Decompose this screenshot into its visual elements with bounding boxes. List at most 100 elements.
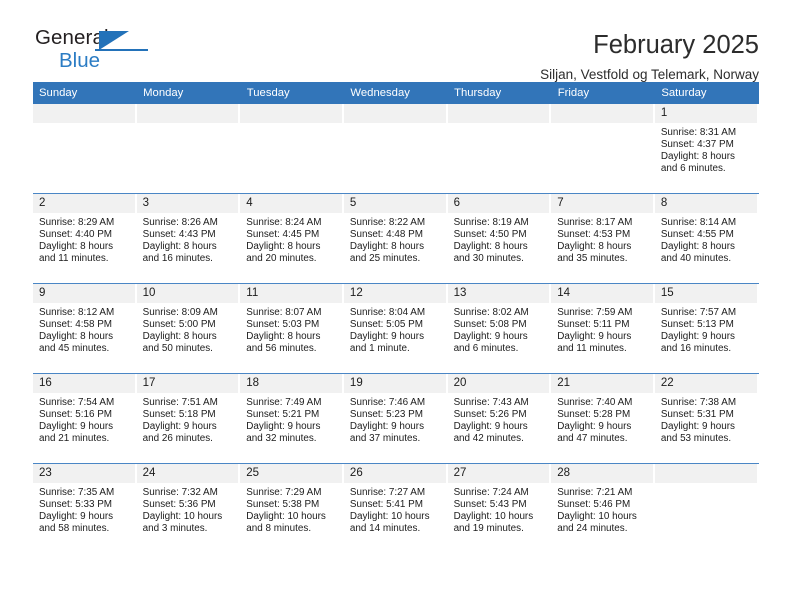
calendar-day-cell[interactable]: 14 Sunrise: 7:59 AM Sunset: 5:11 PM Dayligh… xyxy=(551,284,655,373)
calendar-day-cell[interactable]: 5 Sunrise: 8:22 AM Sunset: 4:48 PM Daylight… xyxy=(343,194,448,283)
daylight-text-line2: and 26 minutes. xyxy=(142,433,213,445)
daylight-text-line1: Daylight: 8 hours xyxy=(142,331,217,343)
day-details: Sunrise: 8:04 AM Sunset: 5:05 PM Daylight:… xyxy=(344,303,448,355)
sunrise-text: Sunrise: 7:27 AM xyxy=(349,487,426,498)
calendar-day-cell[interactable]: 26 Sunrise: 7:27 AM Sunset: 5:41 PM Dayligh… xyxy=(343,464,448,553)
weekday-header-friday: Friday xyxy=(551,82,656,104)
daylight-text-line2: and 8 minutes. xyxy=(246,523,312,535)
calendar-day-cell[interactable]: 6 Sunrise: 8:19 AM Sunset: 4:50 PM Daylight… xyxy=(447,194,552,283)
day-details: Sunrise: 7:46 AM Sunset: 5:23 PM Daylight:… xyxy=(344,393,448,445)
sunset-text: Sunset: 5:13 PM xyxy=(660,319,734,331)
day-number: 7 xyxy=(551,194,653,213)
daylight-text-line2: and 6 minutes. xyxy=(453,343,519,355)
calendar-day-cell[interactable]: 11 Sunrise: 8:07 AM Sunset: 5:03 PM Dayligh… xyxy=(240,284,344,373)
sunrise-text: Sunrise: 8:29 AM xyxy=(39,217,115,228)
daylight-text-line2: and 11 minutes. xyxy=(557,343,627,355)
calendar-day-cell[interactable]: 12 Sunrise: 8:04 AM Sunset: 5:05 PM Dayligh… xyxy=(343,284,448,373)
calendar-page: General Blue February 2025 Siljan, Vestf… xyxy=(0,0,792,612)
daylight-text-line1: Daylight: 9 hours xyxy=(453,421,528,433)
weekday-header-sunday: Sunday xyxy=(33,82,138,104)
day-number: 17 xyxy=(136,374,239,393)
calendar-day-cell[interactable]: 4 Sunrise: 8:24 AM Sunset: 4:45 PM Daylight… xyxy=(240,194,344,283)
sunset-text: Sunset: 4:55 PM xyxy=(660,229,734,241)
calendar-day-cell[interactable]: 27 Sunrise: 7:24 AM Sunset: 5:43 PM Dayligh… xyxy=(447,464,552,553)
daylight-text-line1: Daylight: 8 hours xyxy=(39,331,114,343)
calendar-day-cell[interactable]: 22 Sunrise: 7:38 AM Sunset: 5:31 PM Dayligh… xyxy=(654,374,759,463)
sunrise-text: Sunrise: 7:24 AM xyxy=(453,487,529,498)
calendar-day-cell[interactable]: 19 Sunrise: 7:46 AM Sunset: 5:23 PM Dayligh… xyxy=(343,374,448,463)
daylight-text-line2: and 58 minutes. xyxy=(39,523,110,535)
day-number: 11 xyxy=(240,284,342,303)
day-details: Sunrise: 7:51 AM Sunset: 5:18 PM Daylight:… xyxy=(137,393,241,445)
calendar-day-cell[interactable]: 9 Sunrise: 8:12 AM Sunset: 4:58 PM Daylight… xyxy=(33,284,137,373)
logo-text-blue: Blue xyxy=(59,49,101,72)
calendar-day-cell[interactable]: 23 Sunrise: 7:35 AM Sunset: 5:33 PM Dayligh… xyxy=(33,464,137,553)
daylight-text-line1: Daylight: 8 hours xyxy=(142,241,217,253)
calendar-day-cell[interactable]: 13 Sunrise: 8:02 AM Sunset: 5:08 PM Dayligh… xyxy=(447,284,552,373)
calendar-day-cell[interactable]: 18 Sunrise: 7:49 AM Sunset: 5:21 PM Dayligh… xyxy=(240,374,344,463)
calendar-day-cell[interactable]: 1 Sunrise: 8:31 AM Sunset: 4:37 PM Daylight… xyxy=(654,104,759,193)
daylight-text-line2: and 42 minutes. xyxy=(453,433,524,445)
calendar-day-cell[interactable]: 2 Sunrise: 8:29 AM Sunset: 4:40 PM Daylight… xyxy=(33,194,137,283)
daylight-text-line1: Daylight: 9 hours xyxy=(660,421,735,433)
day-number: 23 xyxy=(33,464,135,483)
sunrise-text: Sunrise: 8:26 AM xyxy=(142,217,218,228)
day-number: 4 xyxy=(240,194,342,213)
calendar-header-row: Sunday Monday Tuesday Wednesday Thursday Frid… xyxy=(33,82,759,104)
daylight-text-line1: Daylight: 9 hours xyxy=(39,421,114,433)
calendar-day-cell[interactable]: 3 Sunrise: 8:26 AM Sunset: 4:43 PM Daylight… xyxy=(136,194,241,283)
sunrise-text: Sunrise: 7:32 AM xyxy=(142,487,218,498)
weekday-header-tuesday: Tuesday xyxy=(240,82,345,104)
daylight-text-line1: Daylight: 9 hours xyxy=(453,331,528,343)
daylight-text-line1: Daylight: 10 hours xyxy=(453,511,534,523)
calendar-day-cell[interactable]: 21 Sunrise: 7:40 AM Sunset: 5:28 PM Dayligh… xyxy=(551,374,655,463)
logo-text-general: General xyxy=(35,26,109,49)
day-details: Sunrise: 7:54 AM Sunset: 5:16 PM Daylight:… xyxy=(33,393,137,445)
weekday-header-monday: Monday xyxy=(136,82,241,104)
day-details: Sunrise: 8:26 AM Sunset: 4:43 PM Daylight:… xyxy=(137,213,241,265)
calendar-day-cell[interactable]: 10 Sunrise: 8:09 AM Sunset: 5:00 PM Dayligh… xyxy=(136,284,241,373)
calendar-day-cell[interactable]: 20 Sunrise: 7:43 AM Sunset: 5:26 PM Dayligh… xyxy=(447,374,552,463)
day-number xyxy=(343,104,446,123)
calendar-week-row: 2 Sunrise: 8:29 AM Sunset: 4:40 PM Daylight… xyxy=(33,193,759,284)
calendar-day-cell[interactable]: 25 Sunrise: 7:29 AM Sunset: 5:38 PM Dayligh… xyxy=(240,464,344,553)
sunrise-text: Sunrise: 7:29 AM xyxy=(246,487,322,498)
daylight-text-line2: and 50 minutes. xyxy=(142,343,213,355)
calendar-day-cell[interactable]: 24 Sunrise: 7:32 AM Sunset: 5:36 PM Dayligh… xyxy=(136,464,241,553)
day-number: 25 xyxy=(240,464,342,483)
sunrise-text: Sunrise: 8:07 AM xyxy=(246,307,322,318)
calendar-day-cell[interactable]: 15 Sunrise: 7:57 AM Sunset: 5:13 PM Dayligh… xyxy=(654,284,759,373)
day-details: Sunrise: 8:24 AM Sunset: 4:45 PM Daylight:… xyxy=(240,213,344,265)
daylight-text-line1: Daylight: 9 hours xyxy=(349,331,425,343)
sunset-text: Sunset: 5:11 PM xyxy=(557,319,630,331)
daylight-text-line1: Daylight: 9 hours xyxy=(142,421,217,433)
calendar-day-cell[interactable]: 28 Sunrise: 7:21 AM Sunset: 5:46 PM Dayligh… xyxy=(551,464,655,553)
sunset-text: Sunset: 5:41 PM xyxy=(349,499,423,511)
sunrise-text: Sunrise: 8:22 AM xyxy=(349,217,426,228)
daylight-text-line1: Daylight: 8 hours xyxy=(349,241,425,253)
day-details: Sunrise: 8:14 AM Sunset: 4:55 PM Daylight:… xyxy=(655,213,759,265)
calendar-day-cell[interactable]: 7 Sunrise: 8:17 AM Sunset: 4:53 PM Daylight… xyxy=(551,194,655,283)
calendar-day-cell[interactable]: 8 Sunrise: 8:14 AM Sunset: 4:55 PM Daylight… xyxy=(654,194,759,283)
daylight-text-line1: Daylight: 8 hours xyxy=(246,241,321,253)
calendar-day-cell-empty xyxy=(136,104,241,193)
day-number: 16 xyxy=(33,374,135,393)
day-number: 2 xyxy=(33,194,135,213)
daylight-text-line1: Daylight: 10 hours xyxy=(246,511,326,523)
calendar-day-cell[interactable]: 16 Sunrise: 7:54 AM Sunset: 5:16 PM Dayligh… xyxy=(33,374,137,463)
calendar-day-cell-empty xyxy=(551,104,655,193)
daylight-text-line1: Daylight: 8 hours xyxy=(660,151,735,163)
sunset-text: Sunset: 5:31 PM xyxy=(660,409,734,421)
daylight-text-line2: and 25 minutes. xyxy=(349,253,421,265)
day-number: 15 xyxy=(654,284,757,303)
location-subtitle: Siljan, Vestfold og Telemark, Norway xyxy=(540,67,759,82)
sunset-text: Sunset: 5:43 PM xyxy=(453,499,527,511)
sunset-text: Sunset: 4:58 PM xyxy=(39,319,113,331)
sunrise-text: Sunrise: 7:35 AM xyxy=(39,487,115,498)
sunset-text: Sunset: 5:46 PM xyxy=(557,499,631,511)
daylight-text-line1: Daylight: 8 hours xyxy=(557,241,632,253)
calendar-table: Sunday Monday Tuesday Wednesday Thursday Frid… xyxy=(33,82,759,553)
day-number xyxy=(654,464,757,483)
calendar-day-cell[interactable]: 17 Sunrise: 7:51 AM Sunset: 5:18 PM Dayligh… xyxy=(136,374,241,463)
day-number: 6 xyxy=(447,194,550,213)
